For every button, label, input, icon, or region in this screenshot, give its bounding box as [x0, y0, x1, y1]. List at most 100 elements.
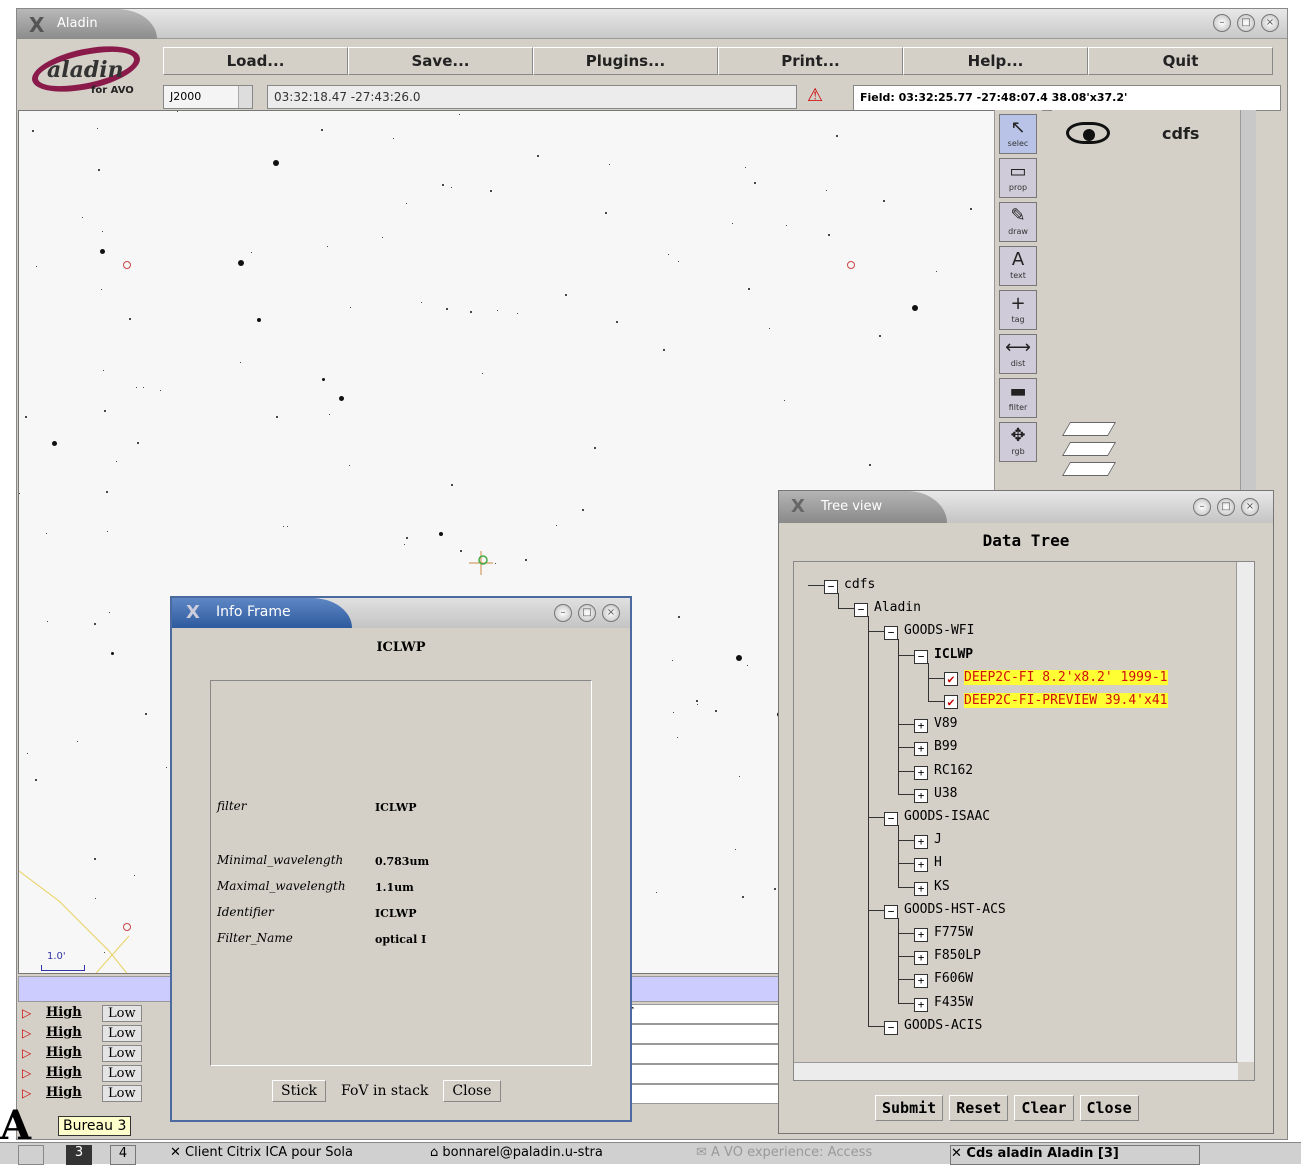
tree-node[interactable]: − ICLWP — [914, 646, 973, 666]
tree-node[interactable]: + F435W — [914, 994, 973, 1014]
tool-dist[interactable]: ⟷ dist — [999, 334, 1037, 374]
collapse-icon[interactable]: − — [854, 603, 868, 618]
expand-icon[interactable]: + — [914, 881, 928, 896]
position-input[interactable]: 03:32:18.47 -27:43:26.0 — [267, 85, 797, 109]
collapse-icon[interactable]: − — [914, 649, 928, 664]
low-link[interactable]: Low — [102, 1005, 142, 1022]
save-button[interactable]: Save... — [348, 47, 533, 75]
tree-close-button[interactable]: Close — [1079, 1095, 1139, 1121]
low-link[interactable]: Low — [102, 1025, 142, 1042]
tree-node[interactable]: − GOODS-HST-ACS — [884, 901, 1006, 921]
stick-button[interactable]: Stick — [272, 1080, 327, 1102]
tree-node[interactable]: − Aladin — [854, 599, 921, 619]
tree-node[interactable]: + RC162 — [914, 762, 973, 782]
collapse-icon[interactable]: − — [884, 626, 898, 641]
close-button[interactable]: × — [1261, 14, 1279, 32]
chevron-down-icon[interactable] — [238, 86, 252, 108]
desktop-4-button[interactable]: 4 — [110, 1145, 136, 1165]
expand-icon[interactable]: + — [914, 997, 928, 1012]
collapse-icon[interactable]: − — [884, 1020, 898, 1035]
expand-icon[interactable]: + — [914, 951, 928, 966]
plugins-button[interactable]: Plugins... — [533, 47, 718, 75]
help-button[interactable]: Help... — [903, 47, 1088, 75]
stack-scrollbar[interactable] — [1240, 110, 1256, 490]
tool-selec[interactable]: ↖ selec — [999, 114, 1037, 154]
tree-node[interactable]: ✔ DEEP2C-FI 8.2'x8.2' 1999-1 — [944, 669, 1168, 689]
expand-icon[interactable]: + — [914, 742, 928, 757]
info-close-button[interactable]: Close — [443, 1080, 501, 1102]
tree-node[interactable]: + H — [914, 854, 942, 874]
submit-button[interactable]: Submit — [875, 1095, 944, 1121]
minimize-button[interactable]: – — [1213, 14, 1231, 32]
tree-node[interactable]: + U38 — [914, 785, 957, 805]
tree-view-title-bar[interactable]: X Tree view – □ × — [779, 491, 1273, 523]
checkbox-icon[interactable]: ✔ — [944, 695, 958, 709]
minimize-button[interactable]: – — [554, 604, 572, 622]
close-button[interactable]: × — [1241, 498, 1259, 516]
tool-tag[interactable]: + tag — [999, 290, 1037, 330]
maximize-button[interactable]: □ — [578, 604, 596, 622]
info-frame-title-bar[interactable]: X Info Frame – □ × — [172, 598, 630, 628]
tree-node[interactable]: − GOODS-ISAAC — [884, 808, 990, 828]
high-link[interactable]: High — [46, 1085, 82, 1100]
tree-node[interactable]: + V89 — [914, 715, 957, 735]
tree-node[interactable]: + F850LP — [914, 947, 981, 967]
play-triangle-icon[interactable]: ▷ — [22, 1086, 31, 1100]
taskbar-item[interactable]: ⌂ bonnarel@paladin.u-stra — [430, 1145, 688, 1165]
close-button[interactable]: × — [602, 604, 620, 622]
play-triangle-icon[interactable]: ▷ — [22, 1066, 31, 1080]
tool-text[interactable]: Atext — [999, 246, 1037, 286]
target-marker[interactable] — [469, 551, 493, 575]
checkbox-icon[interactable]: ✔ — [944, 671, 958, 686]
quit-button[interactable]: Quit — [1088, 47, 1273, 75]
high-link[interactable]: High — [46, 1005, 82, 1020]
low-link[interactable]: Low — [102, 1045, 142, 1062]
maximize-button[interactable]: □ — [1237, 14, 1255, 32]
tool-filter[interactable]: ▬ filter — [999, 378, 1037, 418]
tree-node[interactable]: + F775W — [914, 924, 973, 944]
expand-icon[interactable]: + — [914, 765, 928, 780]
source-marker[interactable] — [123, 923, 131, 931]
expand-icon[interactable]: + — [914, 974, 928, 989]
tree-node[interactable]: + F606W — [914, 970, 973, 990]
expand-icon[interactable]: + — [914, 928, 928, 942]
plane-layer-icon[interactable] — [1061, 462, 1117, 476]
high-link[interactable]: High — [46, 1045, 82, 1060]
expand-icon[interactable]: + — [914, 719, 928, 734]
taskbar-item-active[interactable]: ✕ Cds aladin Aladin [3] — [950, 1145, 1200, 1165]
taskbar-menu-button[interactable] — [18, 1145, 44, 1165]
taskbar-item[interactable]: ✉ A VO experience: Access — [696, 1145, 940, 1165]
source-marker[interactable] — [847, 261, 855, 269]
tool-prop[interactable]: ▭ prop — [999, 158, 1037, 198]
desktop-3-button[interactable]: 3 — [66, 1145, 92, 1165]
plane-layer-icon[interactable] — [1061, 422, 1117, 436]
clear-button[interactable]: Clear — [1014, 1095, 1074, 1121]
collapse-icon[interactable]: − — [884, 812, 898, 826]
frame-select[interactable]: J2000 — [163, 85, 253, 109]
tree-node[interactable]: + B99 — [914, 738, 957, 758]
stack-plane-label[interactable]: cdfs — [1162, 124, 1199, 143]
play-triangle-icon[interactable]: ▷ — [22, 1046, 31, 1060]
expand-icon[interactable]: + — [914, 835, 928, 850]
plane-layer-icon[interactable] — [1061, 442, 1117, 456]
collapse-icon[interactable]: − — [824, 580, 838, 594]
tool-draw[interactable]: ✎ draw — [999, 202, 1037, 242]
tree-node[interactable]: + KS — [914, 878, 950, 898]
print-button[interactable]: Print... — [718, 47, 903, 75]
source-marker[interactable] — [123, 261, 131, 269]
minimize-button[interactable]: – — [1193, 498, 1211, 516]
eye-icon[interactable] — [1066, 122, 1110, 144]
title-bar[interactable]: X Aladin – □ × — [17, 9, 1287, 39]
low-link[interactable]: Low — [102, 1085, 142, 1102]
maximize-button[interactable]: □ — [1217, 498, 1235, 516]
tree-node[interactable]: + J — [914, 831, 942, 851]
collapse-icon[interactable]: − — [884, 904, 898, 919]
play-triangle-icon[interactable]: ▷ — [22, 1006, 31, 1020]
tree-node[interactable]: ✔ DEEP2C-FI-PREVIEW 39.4'x41 — [944, 692, 1168, 712]
high-link[interactable]: High — [46, 1065, 82, 1080]
tool-rgb[interactable]: ✥ rgb — [999, 422, 1037, 462]
expand-icon[interactable]: + — [914, 788, 928, 803]
tree-node[interactable]: − cdfs — [824, 576, 875, 596]
expand-icon[interactable]: + — [914, 858, 928, 873]
fov-in-stack-button[interactable]: FoV in stack — [332, 1080, 438, 1102]
